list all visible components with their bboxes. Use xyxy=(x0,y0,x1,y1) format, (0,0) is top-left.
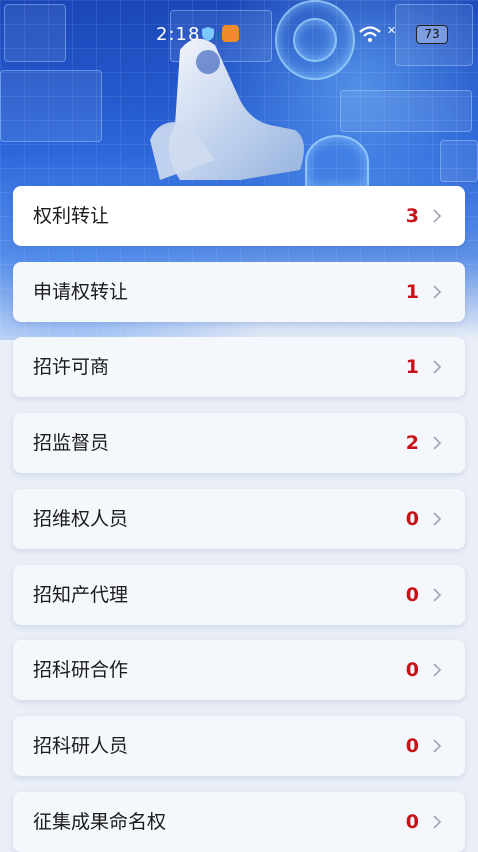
list-item[interactable]: 招科研合作 0 xyxy=(13,640,465,700)
item-count: 1 xyxy=(405,356,419,378)
chevron-right-icon xyxy=(433,209,442,223)
item-label: 权利转让 xyxy=(33,205,110,227)
battery-indicator: 73 xyxy=(416,25,448,44)
chevron-right-icon xyxy=(433,360,442,374)
list-item[interactable]: 招监督员 2 xyxy=(13,413,465,473)
item-label: 招监督员 xyxy=(33,432,110,454)
list-item[interactable]: 征集成果命名权 0 xyxy=(13,792,465,852)
status-time: 2:18 xyxy=(156,24,201,45)
hud-panel xyxy=(0,70,102,142)
signal-off-icon: ✕ xyxy=(387,24,397,37)
list-item[interactable]: 招许可商 1 xyxy=(13,337,465,397)
chevron-right-icon xyxy=(433,285,442,299)
item-count: 0 xyxy=(405,584,419,606)
item-count: 0 xyxy=(405,735,419,757)
item-label: 招科研合作 xyxy=(33,659,129,681)
item-count: 0 xyxy=(405,811,419,833)
status-bar: 2:18 ✕ 73 xyxy=(0,0,478,68)
item-count: 0 xyxy=(405,508,419,530)
item-count: 2 xyxy=(405,432,419,454)
list-item[interactable]: 招知产代理 0 xyxy=(13,565,465,625)
item-label: 招知产代理 xyxy=(33,584,129,606)
chevron-right-icon xyxy=(433,739,442,753)
hud-panel xyxy=(440,140,478,182)
list-item[interactable]: 权利转让 3 xyxy=(13,186,465,246)
wifi-icon xyxy=(359,26,381,42)
list-item[interactable]: 招维权人员 0 xyxy=(13,489,465,549)
chevron-right-icon xyxy=(433,588,442,602)
item-count: 0 xyxy=(405,659,419,681)
chevron-right-icon xyxy=(433,512,442,526)
item-count: 1 xyxy=(405,281,419,303)
shield-icon xyxy=(202,27,214,41)
item-label: 招许可商 xyxy=(33,356,110,378)
item-label: 招科研人员 xyxy=(33,735,129,757)
item-count: 3 xyxy=(405,205,419,227)
hud-panel xyxy=(340,90,472,132)
item-label: 申请权转让 xyxy=(33,281,129,303)
list-item[interactable]: 申请权转让 1 xyxy=(13,262,465,322)
chevron-right-icon xyxy=(433,663,442,677)
item-label: 征集成果命名权 xyxy=(33,811,167,833)
app-notification-icon xyxy=(222,25,239,42)
chevron-right-icon xyxy=(433,815,442,829)
list-item[interactable]: 招科研人员 0 xyxy=(13,716,465,776)
item-label: 招维权人员 xyxy=(33,508,129,530)
chevron-right-icon xyxy=(433,436,442,450)
